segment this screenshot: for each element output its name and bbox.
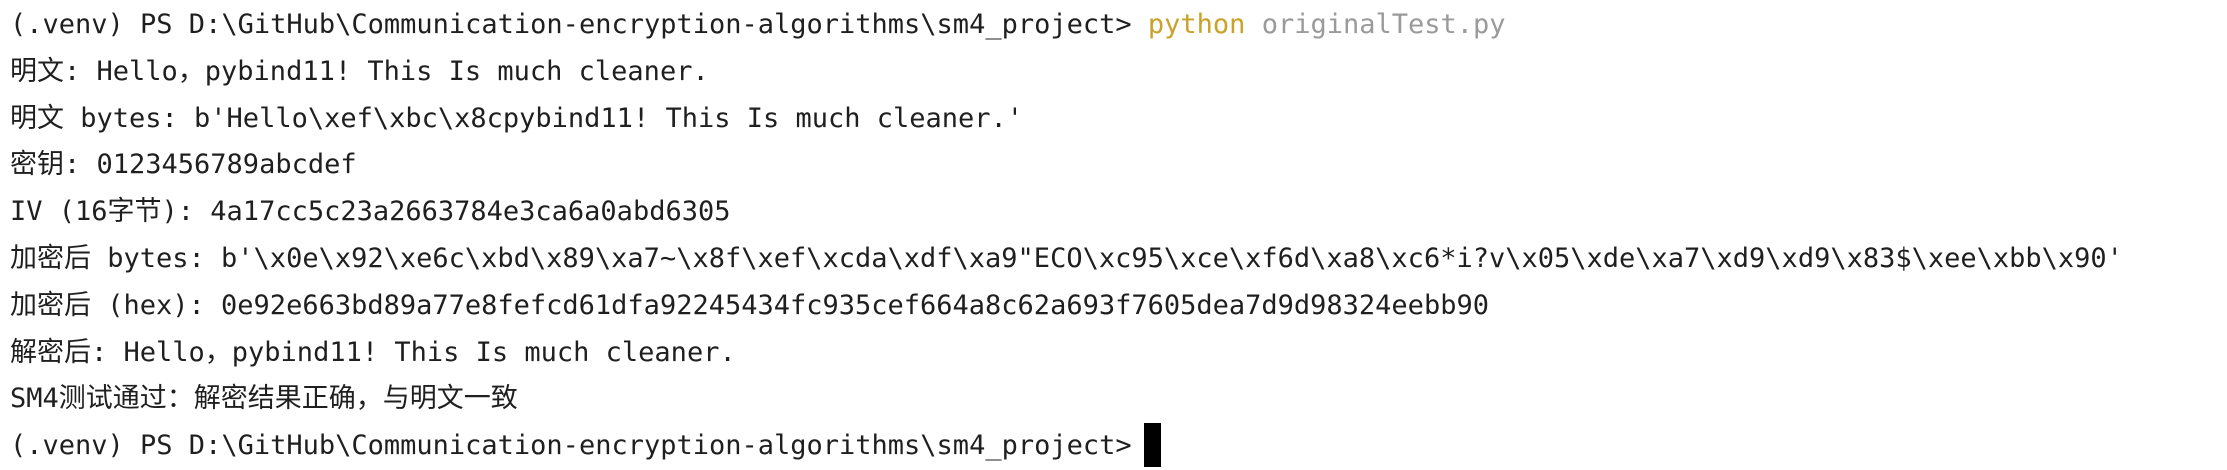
output-line-encrypted-bytes: 加密后 bytes: b'\x0e\x92\xe6c\xbd\x89\xa7~\… xyxy=(10,243,2123,274)
output-line-test-result: SM4测试通过：解密结果正确，与明文一致 xyxy=(10,383,518,414)
command-text: python xyxy=(1147,9,1246,40)
output-line-decrypted: 解密后: Hello，pybind11! This Is much cleane… xyxy=(10,337,736,368)
prompt-text: (.venv) PS D:\GitHub\Communication-encry… xyxy=(10,430,1132,461)
prompt-text: (.venv) PS D:\GitHub\Communication-encry… xyxy=(10,9,1132,40)
text-cursor xyxy=(1143,422,1161,467)
command-argument: originalTest.py xyxy=(1261,9,1506,40)
terminal-output[interactable]: (.venv) PS D:\GitHub\Communication-encry… xyxy=(10,0,2220,470)
output-line-plaintext: 明文: Hello，pybind11! This Is much cleaner… xyxy=(10,56,709,87)
command-line: (.venv) PS D:\GitHub\Communication-encry… xyxy=(10,2,1506,48)
prompt-line[interactable]: (.venv) PS D:\GitHub\Communication-encry… xyxy=(10,422,1161,469)
output-line-encrypted-hex: 加密后 (hex): 0e92e663bd89a77e8fefcd61dfa92… xyxy=(10,290,1489,321)
output-line-key: 密钥: 0123456789abcdef xyxy=(10,149,357,180)
output-line-plaintext-bytes: 明文 bytes: b'Hello\xef\xbc\x8cpybind11! T… xyxy=(10,103,1024,134)
output-line-iv: IV (16字节): 4a17cc5c23a2663784e3ca6a0abd6… xyxy=(10,196,731,227)
